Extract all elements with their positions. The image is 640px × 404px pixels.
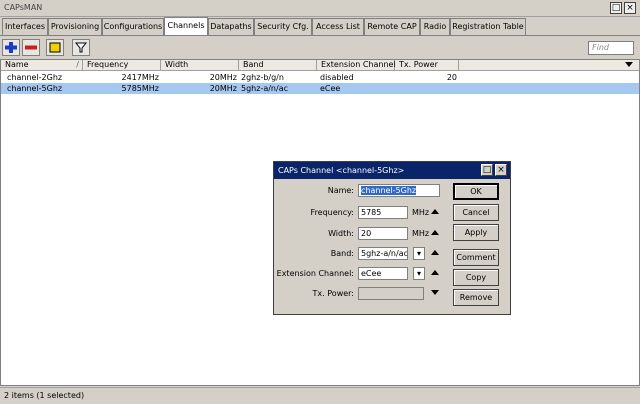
remove-button[interactable]: Remove (453, 289, 499, 306)
tab-remote-cap[interactable]: Remote CAP (364, 18, 420, 35)
band-label: Band: (330, 249, 354, 258)
band-dropdown-icon[interactable]: ▾ (413, 247, 425, 260)
cell-extension: eCee (320, 84, 341, 93)
add-button[interactable] (2, 39, 20, 56)
tx-power-field[interactable] (358, 287, 424, 300)
caps-channel-dialog: CAPs Channel <channel-5Ghz> □ × Name: ch… (273, 161, 511, 315)
name-label: Name: (327, 186, 354, 195)
tx-power-label: Tx. Power: (312, 289, 354, 298)
filter-icon (74, 42, 88, 53)
tab-interfaces[interactable]: Interfaces (2, 18, 48, 35)
cell-band: 2ghz-b/g/n (241, 73, 284, 82)
find-input[interactable]: Find (588, 41, 634, 55)
cell-name: channel-5Ghz (7, 84, 63, 93)
window-title: CAPsMAN (4, 3, 43, 12)
maximize-button[interactable]: □ (610, 2, 622, 14)
tab-channels[interactable]: Channels (164, 17, 208, 35)
tab-access-list[interactable]: Access List (312, 18, 364, 35)
column-extension-channel[interactable]: Extension Channel (317, 60, 396, 71)
frequency-collapse-icon[interactable] (431, 209, 439, 214)
frequency-label: Frequency: (310, 208, 354, 217)
extension-channel-label: Extension Channel: (276, 269, 354, 278)
cell-name: channel-2Ghz (7, 73, 63, 82)
column-name[interactable]: Name / (1, 60, 83, 71)
apply-button[interactable]: Apply (453, 224, 499, 241)
width-collapse-icon[interactable] (431, 230, 439, 235)
window-titlebar: CAPsMAN □ × (0, 0, 640, 17)
comment-icon (49, 42, 61, 53)
cell-tx-power: 20 (446, 73, 457, 82)
width-unit: MHz (412, 229, 430, 238)
cell-band: 5ghz-a/n/ac (241, 84, 288, 93)
cell-frequency: 5785MHz (121, 84, 159, 93)
copy-button[interactable]: Copy (453, 269, 499, 286)
tab-radio[interactable]: Radio (420, 18, 450, 35)
column-tx-power[interactable]: Tx. Power (395, 60, 459, 71)
frequency-unit: MHz (412, 208, 430, 217)
sort-indicator-icon: / (76, 60, 79, 69)
tab-provisioning[interactable]: Provisioning (48, 18, 102, 35)
column-band[interactable]: Band (239, 60, 317, 71)
name-value: channel-5Ghz (361, 186, 417, 195)
toolbar: Find (0, 36, 640, 58)
comment-button[interactable] (46, 39, 64, 56)
table-row-selected[interactable]: channel-5Ghz 5785MHz 20MHz 5ghz-a/n/ac e… (1, 83, 639, 94)
frequency-field[interactable]: 5785 (358, 206, 408, 219)
column-menu-icon[interactable] (625, 62, 633, 67)
band-select[interactable]: 5ghz-a/n/ac (358, 247, 408, 260)
cell-width: 20MHz (209, 73, 237, 82)
cell-frequency: 2417MHz (121, 73, 159, 82)
cell-extension: disabled (320, 73, 354, 82)
cell-width: 20MHz (209, 84, 237, 93)
dialog-title: CAPs Channel <channel-5Ghz> (278, 166, 405, 175)
dialog-close-button[interactable]: × (495, 164, 507, 176)
tab-configurations[interactable]: Configurations (102, 18, 164, 35)
filter-button[interactable] (72, 39, 90, 56)
status-text: 2 items (1 selected) (4, 391, 85, 400)
minus-icon (25, 45, 37, 50)
tab-bar: Interfaces Provisioning Configurations C… (0, 17, 640, 35)
tab-registration-table[interactable]: Registration Table (450, 18, 526, 35)
tab-security-cfg[interactable]: Security Cfg. (254, 18, 312, 35)
table-header: Name / Frequency Width Band Extension Ch… (1, 60, 639, 71)
close-button[interactable]: × (624, 2, 636, 14)
column-width[interactable]: Width (161, 60, 239, 71)
extension-collapse-icon[interactable] (431, 270, 439, 275)
band-collapse-icon[interactable] (431, 250, 439, 255)
table-row[interactable]: channel-2Ghz 2417MHz 20MHz 2ghz-b/g/n di… (1, 72, 639, 83)
width-field[interactable]: 20 (358, 227, 408, 240)
plus-icon (5, 42, 17, 53)
status-bar: 2 items (1 selected) (0, 387, 640, 404)
cell-tx-power (395, 83, 457, 94)
comment-button[interactable]: Comment (453, 249, 499, 266)
cancel-button[interactable]: Cancel (453, 204, 499, 221)
tab-datapaths[interactable]: Datapaths (208, 18, 254, 35)
dialog-titlebar: CAPs Channel <channel-5Ghz> □ × (274, 162, 510, 179)
name-field[interactable]: channel-5Ghz (358, 184, 440, 197)
extension-dropdown-icon[interactable]: ▾ (413, 267, 425, 280)
dialog-maximize-button[interactable]: □ (481, 164, 493, 176)
remove-button[interactable] (22, 39, 40, 56)
tx-power-expand-icon[interactable] (431, 290, 439, 295)
column-frequency[interactable]: Frequency (83, 60, 161, 71)
extension-channel-select[interactable]: eCee (358, 267, 408, 280)
width-label: Width: (328, 229, 354, 238)
ok-button[interactable]: OK (453, 183, 499, 200)
